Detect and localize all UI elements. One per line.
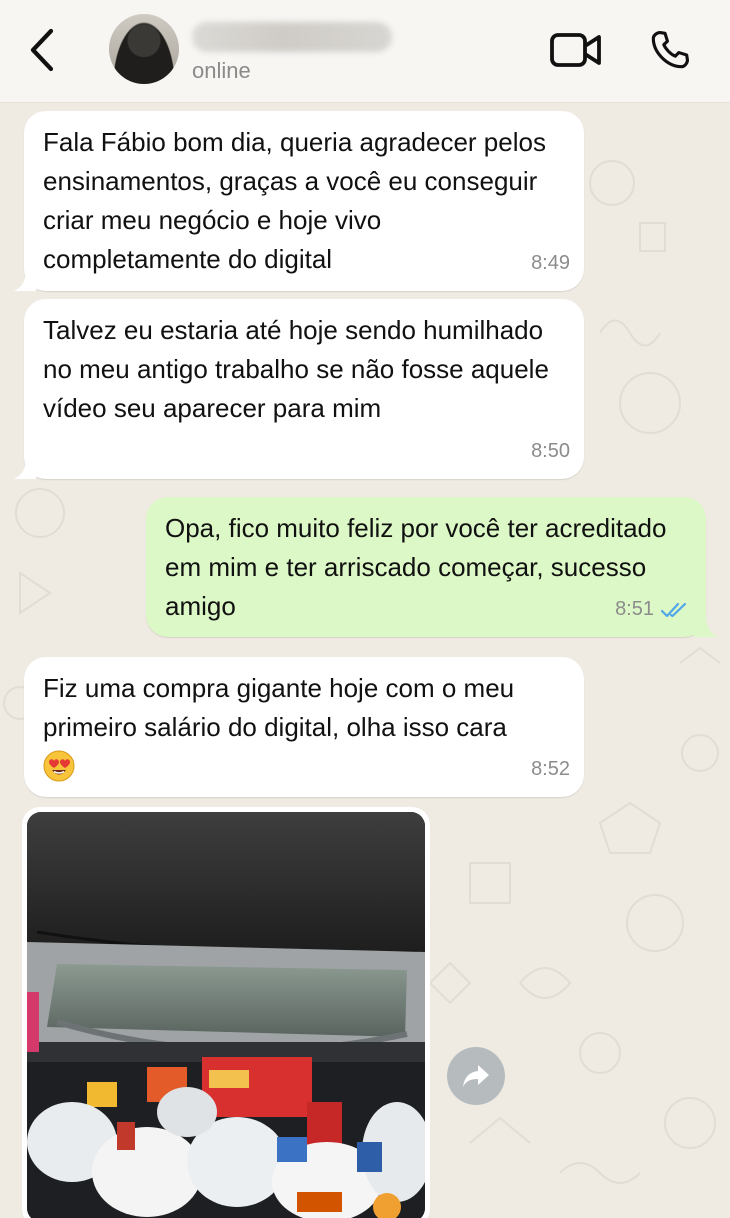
forward-button[interactable] [447,1047,505,1105]
incoming-message[interactable]: Fiz uma compra gigante hoje com o meu pr… [24,657,584,797]
bubble-tail [14,271,36,291]
bubble-tail [694,617,718,637]
contact-avatar[interactable] [109,14,179,84]
message-text: Fala Fábio bom dia, queria agradecer pel… [43,127,546,274]
voice-call-button[interactable] [646,26,694,74]
message-time: 8:49 [531,252,570,274]
voice-call-icon [651,31,689,69]
forward-icon [463,1065,489,1087]
message-list[interactable]: Fala Fábio bom dia, queria agradecer pel… [0,103,730,1218]
heart-eyes-emoji [43,750,75,782]
message-time: 8:51 [615,590,690,629]
back-icon [30,28,54,72]
double-check-icon [660,601,690,619]
video-call-icon [550,33,601,67]
back-button[interactable] [22,26,62,74]
contact-status: online [192,58,251,83]
contact-name-blurred[interactable] [192,22,392,52]
message-time: 8:50 [531,440,570,462]
chat-screen: online Fala Fábio bom dia, queria agrade… [0,0,730,1218]
message-text: Talvez eu estaria até hoje sendo humilha… [43,315,549,423]
message-text: Opa, fico muito feliz por você ter acred… [165,513,667,621]
message-time: 8:52 [531,758,570,780]
photo-message[interactable] [22,807,430,1218]
incoming-message[interactable]: Fala Fábio bom dia, queria agradecer pel… [14,111,584,291]
message-text: Fiz uma compra gigante hoje com o meu pr… [43,673,515,742]
chat-header: online [0,0,730,103]
bubble-tail [14,459,36,479]
video-call-button[interactable] [546,28,606,72]
outgoing-message[interactable]: Opa, fico muito feliz por você ter acred… [146,497,718,637]
photo-image[interactable] [27,812,425,1218]
incoming-message[interactable]: Talvez eu estaria até hoje sendo humilha… [14,299,584,479]
